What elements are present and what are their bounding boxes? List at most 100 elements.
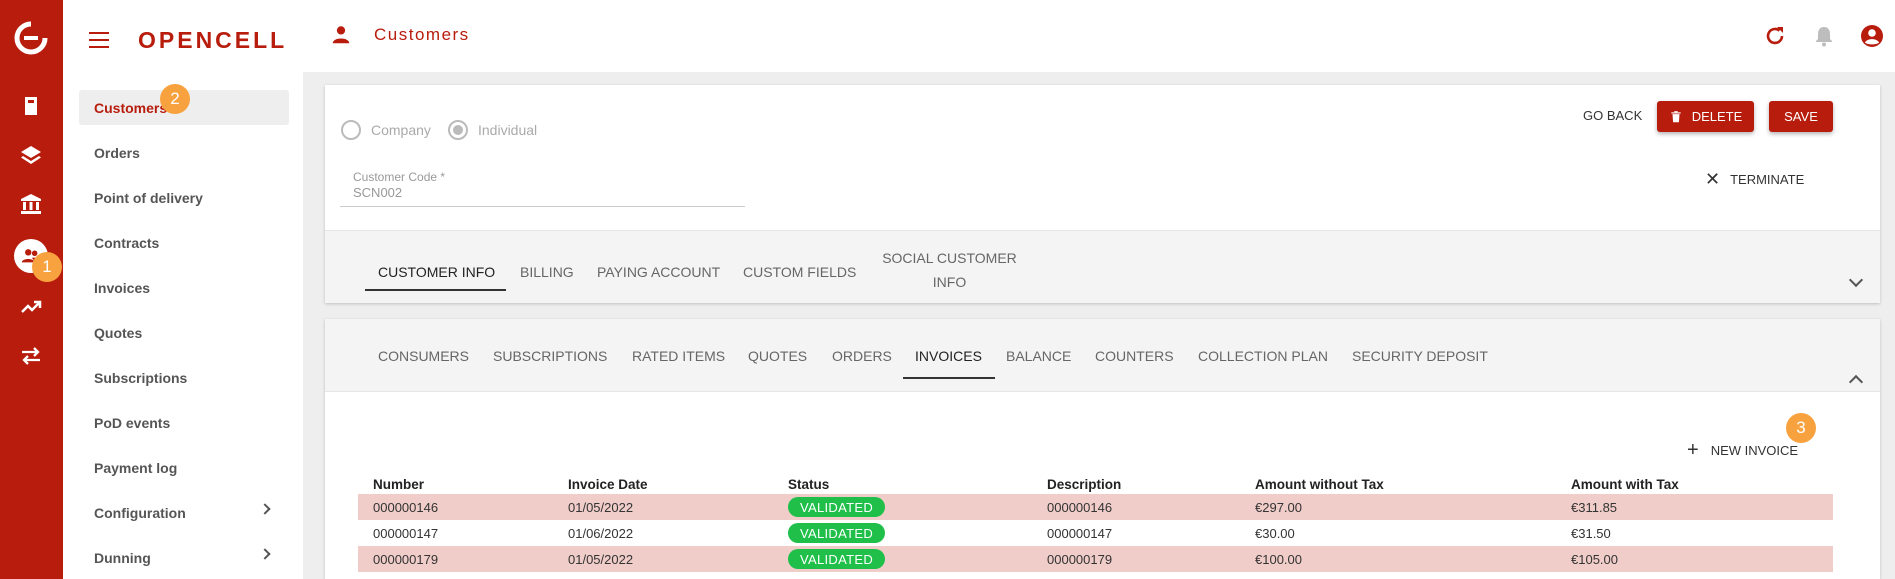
cell-amount-without-tax: €100.00 <box>1255 552 1302 567</box>
sidebar-item-contracts[interactable]: Contracts <box>79 225 289 260</box>
table-row[interactable]: 000000179 01/05/2022 VALIDATED 000000179… <box>358 546 1833 572</box>
top-header: Customers <box>303 0 1895 72</box>
tab-security-deposit[interactable]: SECURITY DEPOSIT <box>1352 348 1488 364</box>
menu-hamburger-icon[interactable] <box>89 32 109 48</box>
radio-circle <box>341 120 361 140</box>
sidebar-item-label: Payment log <box>94 459 178 476</box>
chevron-right-icon <box>259 503 271 515</box>
customer-code-field[interactable]: Customer Code * SCN002 <box>340 170 745 207</box>
step-badge-1: 1 <box>32 252 62 282</box>
sidebar-item-label: Dunning <box>94 549 151 566</box>
tab-label-line: SOCIAL CUSTOMER <box>882 250 1017 266</box>
tab-orders[interactable]: ORDERS <box>832 348 892 364</box>
tab-paying-account[interactable]: PAYING ACCOUNT <box>597 264 720 280</box>
page-title: Customers <box>374 25 470 44</box>
sidebar-item-label: Contracts <box>94 234 160 251</box>
column-header: Description <box>1047 477 1122 492</box>
tab-customer-info[interactable]: CUSTOMER INFO <box>378 264 495 280</box>
column-header: Amount with Tax <box>1571 477 1679 492</box>
tab-counters[interactable]: COUNTERS <box>1095 348 1174 364</box>
sidebar-item-label: Point of delivery <box>94 189 203 206</box>
swap-arrows-icon[interactable] <box>18 343 44 369</box>
sidebar-item-label: Quotes <box>94 324 143 341</box>
sidebar-item-invoices[interactable]: Invoices <box>79 270 289 305</box>
sidebar: OPENCELL Customers 2 Orders Point of del… <box>63 0 303 579</box>
sidebar-item-orders[interactable]: Orders <box>79 135 289 170</box>
cell-number: 000000146 <box>373 500 439 515</box>
icon-rail: 1 <box>0 0 63 579</box>
sidebar-item-point-of-delivery[interactable]: Point of delivery <box>79 180 289 215</box>
tab-billing[interactable]: BILLING <box>520 264 574 280</box>
chevron-down-icon[interactable] <box>1848 272 1864 288</box>
cell-number: 000000147 <box>373 526 439 541</box>
cell-amount-without-tax: €297.00 <box>1255 500 1302 515</box>
opencell-logo-icon[interactable] <box>14 21 48 55</box>
catalog-book-icon[interactable] <box>18 93 44 119</box>
table-header-row: Number Invoice Date Status Description A… <box>358 474 1833 494</box>
sidebar-item-label: Configuration <box>94 504 186 521</box>
refresh-icon[interactable] <box>1763 24 1787 48</box>
save-label: SAVE <box>1784 109 1818 124</box>
cell-invoice-date: 01/05/2022 <box>568 500 634 515</box>
tab-collection-plan[interactable]: COLLECTION PLAN <box>1198 348 1328 364</box>
close-icon: ✕ <box>1705 169 1721 189</box>
layers-icon[interactable] <box>18 142 44 168</box>
bell-icon[interactable] <box>1812 24 1836 48</box>
sidebar-item-payment-log[interactable]: Payment log <box>79 450 289 485</box>
field-label: Customer Code * <box>353 170 446 184</box>
sidebar-item-pod-events[interactable]: PoD events <box>79 405 289 440</box>
account-circle-icon[interactable] <box>1860 24 1884 48</box>
tab-rated-items[interactable]: RATED ITEMS <box>632 348 725 364</box>
sidebar-item-subscriptions[interactable]: Subscriptions <box>79 360 289 395</box>
cell-amount-with-tax: €105.00 <box>1571 552 1618 567</box>
column-header: Number <box>373 477 425 492</box>
cell-amount-with-tax: €311.85 <box>1571 500 1618 515</box>
save-button[interactable]: SAVE <box>1769 101 1833 132</box>
trending-up-icon[interactable] <box>18 294 44 320</box>
cell-number: 000000179 <box>373 552 439 567</box>
tab-social-customer-info[interactable]: SOCIAL CUSTOMER INFO <box>882 250 1017 290</box>
tab-consumers[interactable]: CONSUMERS <box>378 348 469 364</box>
sidebar-item-dunning[interactable]: Dunning <box>79 540 289 575</box>
invoices-table: Number Invoice Date Status Description A… <box>358 474 1833 572</box>
status-badge: VALIDATED <box>788 523 886 543</box>
chevron-up-icon[interactable] <box>1848 374 1864 390</box>
chevron-right-icon <box>259 548 271 560</box>
active-tab-indicator <box>903 377 995 379</box>
step-badge-3: 3 <box>1786 413 1816 443</box>
active-tab-indicator <box>365 289 506 291</box>
radio-individual[interactable]: Individual <box>448 120 537 140</box>
customer-detail-card: CONSUMERS SUBSCRIPTIONS RATED ITEMS QUOT… <box>325 319 1880 579</box>
radio-company[interactable]: Company <box>341 120 431 140</box>
tab-custom-fields[interactable]: CUSTOM FIELDS <box>743 264 856 280</box>
tab-balance[interactable]: BALANCE <box>1006 348 1071 364</box>
cell-amount-without-tax: €30.00 <box>1255 526 1295 541</box>
cell-invoice-date: 01/05/2022 <box>568 552 634 567</box>
status-badge: VALIDATED <box>788 549 886 569</box>
sidebar-item-label: Invoices <box>94 279 151 296</box>
sidebar-item-label: Subscriptions <box>94 369 188 386</box>
customer-header-card: Company Individual Customer Code * SCN00… <box>325 85 1880 303</box>
new-invoice-button[interactable]: + NEW INVOICE <box>1687 439 1798 462</box>
tab-label-line: INFO <box>932 274 967 290</box>
cell-amount-with-tax: €31.50 <box>1571 526 1611 541</box>
table-row[interactable]: 000000146 01/05/2022 VALIDATED 000000146… <box>358 494 1833 520</box>
bank-icon[interactable] <box>18 191 44 217</box>
person-icon <box>330 24 352 46</box>
customer-info-tabs: CUSTOMER INFO BILLING PAYING ACCOUNT CUS… <box>325 230 1880 303</box>
column-header: Invoice Date <box>568 477 648 492</box>
terminate-button[interactable]: ✕ TERMINATE <box>1705 169 1804 190</box>
table-row[interactable]: 000000147 01/06/2022 VALIDATED 000000147… <box>358 520 1833 546</box>
terminate-label: TERMINATE <box>1730 172 1805 187</box>
delete-button[interactable]: DELETE <box>1657 101 1754 132</box>
sidebar-item-label: PoD events <box>94 414 171 431</box>
tab-quotes[interactable]: QUOTES <box>748 348 807 364</box>
tab-subscriptions[interactable]: SUBSCRIPTIONS <box>493 348 607 364</box>
radio-label: Individual <box>478 122 538 138</box>
sidebar-item-quotes[interactable]: Quotes <box>79 315 289 350</box>
delete-label: DELETE <box>1691 109 1743 124</box>
go-back-button[interactable]: GO BACK <box>1583 108 1642 123</box>
sidebar-item-configuration[interactable]: Configuration <box>79 495 289 530</box>
tab-invoices[interactable]: INVOICES <box>915 348 982 364</box>
cell-description: 000000146 <box>1047 500 1113 515</box>
